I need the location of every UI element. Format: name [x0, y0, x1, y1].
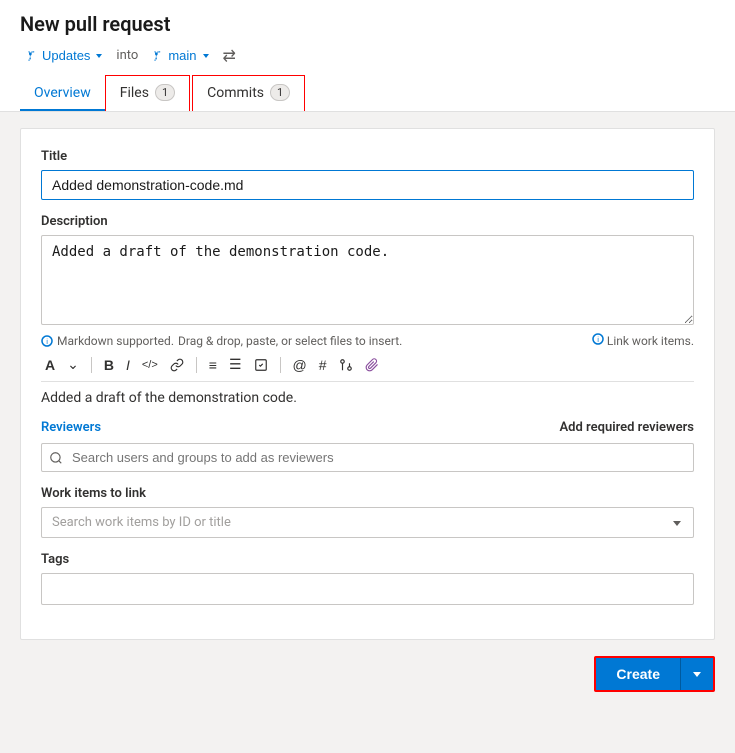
tab-overview-label: Overview — [34, 85, 91, 101]
task-list-icon — [254, 358, 268, 372]
title-label: Title — [41, 149, 694, 164]
mention-button[interactable]: @ — [289, 355, 311, 375]
reviewers-group: Reviewers Add required reviewers — [41, 420, 694, 472]
source-branch-label: Updates — [42, 48, 90, 63]
format-button[interactable]: A — [41, 355, 59, 375]
footer-row: Create — [20, 656, 715, 692]
reviewers-header: Reviewers Add required reviewers — [41, 420, 694, 435]
tab-files-label: Files — [120, 85, 149, 101]
editor-toolbar: A ⌄ B I </> ≡ ☰ @ # — [41, 348, 694, 382]
work-items-group: Work items to link Search work items by … — [41, 486, 694, 538]
work-items-select[interactable]: Search work items by ID or title — [41, 507, 694, 538]
link-work-items-text: Link work items. — [607, 334, 694, 348]
bold-button[interactable]: B — [100, 355, 118, 375]
pr-icon — [339, 358, 353, 372]
chevron-down-icon — [94, 51, 104, 61]
description-group: Description Added a draft of the demonst… — [41, 214, 694, 406]
into-label: into — [116, 48, 138, 63]
tab-commits-label: Commits — [207, 85, 264, 101]
svg-text:i: i — [46, 338, 48, 346]
toolbar-divider-3 — [280, 357, 281, 373]
add-required-reviewers-link[interactable]: Add required reviewers — [560, 420, 695, 435]
code-button[interactable]: </> — [138, 357, 162, 373]
title-input[interactable] — [41, 170, 694, 200]
markdown-supported-text: Markdown supported. — [57, 334, 174, 348]
branch-icon-2 — [150, 49, 164, 63]
target-branch-label: main — [168, 48, 196, 63]
link-button[interactable] — [166, 356, 188, 374]
reviewers-search-wrapper — [41, 443, 694, 472]
ordered-list-button[interactable]: ≡ — [205, 355, 221, 375]
reviewers-label: Reviewers — [41, 420, 101, 435]
form-container: Title Description Added a draft of the d… — [20, 128, 715, 640]
reviewers-search-input[interactable] — [41, 443, 694, 472]
preview-text: Added a draft of the demonstration code. — [41, 390, 694, 406]
title-group: Title — [41, 149, 694, 200]
branch-icon — [24, 49, 38, 63]
tags-label: Tags — [41, 552, 694, 567]
tabs-row: Overview Files 1 Commits 1 — [20, 75, 715, 111]
format-chevron-button[interactable]: ⌄ — [63, 354, 83, 375]
link-work-items-hint: i Link work items. — [592, 333, 694, 348]
tags-input[interactable] — [41, 573, 694, 605]
description-textarea[interactable]: Added a draft of the demonstration code. — [41, 235, 694, 325]
tab-commits[interactable]: Commits 1 — [193, 76, 304, 111]
hash-button[interactable]: # — [315, 355, 331, 375]
create-button[interactable]: Create — [596, 658, 680, 690]
attachment-icon — [365, 358, 379, 372]
tab-overview[interactable]: Overview — [20, 77, 105, 111]
tab-files[interactable]: Files 1 — [106, 76, 189, 111]
toolbar-divider-1 — [91, 357, 92, 373]
tab-files-badge: 1 — [155, 84, 175, 101]
chevron-down-icon-4 — [691, 668, 703, 680]
source-branch-button[interactable]: Updates — [20, 46, 108, 65]
italic-button[interactable]: I — [122, 355, 134, 375]
page-title: New pull request — [20, 12, 715, 36]
info-icon-2: i — [592, 333, 604, 345]
drag-hint-text: Drag & drop, paste, or select files to i… — [178, 334, 402, 348]
info-icon: i — [41, 335, 53, 347]
tags-group: Tags — [41, 552, 694, 605]
create-button-group: Create — [594, 656, 715, 692]
tab-commits-badge: 1 — [270, 84, 290, 101]
pr-button[interactable] — [335, 356, 357, 374]
svg-text:i: i — [597, 336, 599, 344]
task-list-button[interactable] — [250, 356, 272, 374]
unordered-list-button[interactable]: ☰ — [225, 354, 246, 375]
work-items-placeholder: Search work items by ID or title — [52, 515, 231, 530]
attachment-button[interactable] — [361, 356, 383, 374]
toolbar-divider-2 — [196, 357, 197, 373]
search-icon — [49, 451, 63, 465]
target-branch-button[interactable]: main — [146, 46, 214, 65]
link-icon — [170, 358, 184, 372]
work-items-label: Work items to link — [41, 486, 694, 501]
description-label: Description — [41, 214, 694, 229]
create-dropdown-button[interactable] — [680, 658, 713, 690]
chevron-down-icon-3 — [671, 517, 683, 529]
markdown-hint-row: i Markdown supported. Drag & drop, paste… — [41, 333, 694, 348]
chevron-down-icon-2 — [201, 51, 211, 61]
branch-selector-row: Updates into main ⇄ — [20, 46, 715, 65]
swap-icon[interactable]: ⇄ — [223, 46, 236, 65]
